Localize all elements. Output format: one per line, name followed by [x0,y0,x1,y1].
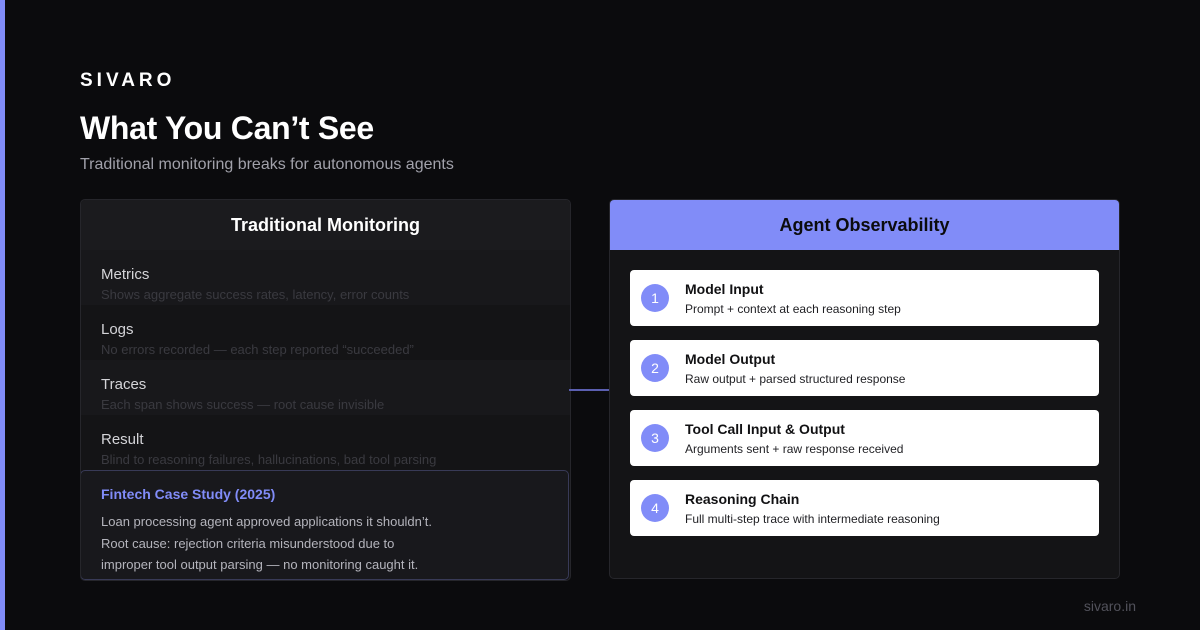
observability-card-title: Model Input [685,280,764,297]
observability-list: 1 Model Input Prompt + context at each r… [610,250,1119,536]
traditional-row-desc: No errors recorded — each step reported … [101,342,414,357]
observability-card-model-input: 1 Model Input Prompt + context at each r… [630,270,1099,326]
traditional-monitoring-header: Traditional Monitoring [81,200,570,250]
case-study-title: Fintech Case Study (2025) [101,486,276,502]
traditional-list: Metrics Shows aggregate success rates, l… [81,250,570,470]
observability-card-model-output: 2 Model Output Raw output + parsed struc… [630,340,1099,396]
agent-observability-panel: Agent Observability 1 Model Input Prompt… [609,199,1120,579]
observability-card-text: Tool Call Input & Output Arguments sent … [685,420,903,457]
traditional-row-logs: Logs No errors recorded — each step repo… [81,305,570,360]
traditional-row-desc: Each span shows success — root cause inv… [101,397,385,412]
observability-card-text: Model Input Prompt + context at each rea… [685,280,901,317]
observability-card-title: Reasoning Chain [685,490,800,507]
traditional-row-desc: Shows aggregate success rates, latency, … [101,287,410,302]
observability-card-reasoning-chain: 4 Reasoning Chain Full multi-step trace … [630,480,1099,536]
step-number-badge: 3 [641,424,669,452]
case-study-line: Loan processing agent approved applicati… [101,514,433,529]
observability-card-desc: Full multi-step trace with intermediate … [685,511,940,526]
case-study-box: Fintech Case Study (2025) Loan processin… [81,470,569,580]
observability-card-text: Model Output Raw output + parsed structu… [685,350,905,387]
page-title: What You Can’t See [80,110,374,146]
step-number-badge: 1 [641,284,669,312]
observability-card-desc: Arguments sent + raw response received [685,441,904,456]
agent-observability-header: Agent Observability [610,200,1119,250]
observability-card-title: Tool Call Input & Output [685,420,845,437]
traditional-row-desc: Blind to reasoning failures, hallucinati… [101,452,437,467]
case-study-line: Root cause: rejection criteria misunders… [101,536,395,551]
observability-card-text: Reasoning Chain Full multi-step trace wi… [685,490,940,527]
traditional-row-name: Traces [101,376,147,393]
page-subtitle: Traditional monitoring breaks for autono… [80,156,454,173]
case-study-line: improper tool output parsing — no monito… [101,557,419,572]
traditional-row-name: Result [101,431,144,448]
traditional-row-traces: Traces Each span shows success — root ca… [81,360,570,415]
traditional-row-name: Logs [101,321,134,338]
observability-card-title: Model Output [685,350,776,367]
observability-card-tool-call: 3 Tool Call Input & Output Arguments sen… [630,410,1099,466]
observability-card-desc: Prompt + context at each reasoning step [685,301,901,316]
traditional-row-metrics: Metrics Shows aggregate success rates, l… [81,250,570,305]
left-accent-bar [0,0,5,630]
step-number-badge: 4 [641,494,669,522]
step-number-badge: 2 [641,354,669,382]
traditional-row-result: Result Blind to reasoning failures, hall… [81,415,570,470]
observability-card-desc: Raw output + parsed structured response [685,371,906,386]
traditional-monitoring-panel: Traditional Monitoring Metrics Shows agg… [80,199,571,581]
traditional-row-name: Metrics [101,266,150,283]
footer-domain: sivaro.in [1083,598,1136,614]
brand-logo: SIVARO [80,70,176,91]
